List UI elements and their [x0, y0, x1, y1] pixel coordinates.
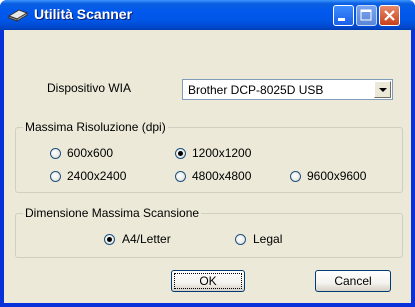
radio-2400x2400-label: 2400x2400 — [67, 169, 127, 183]
ok-button[interactable]: OK — [171, 270, 245, 292]
close-icon — [384, 10, 395, 21]
radio-4800x4800-label: 4800x4800 — [192, 169, 252, 183]
scanner-icon — [7, 9, 29, 22]
maximize-button[interactable] — [356, 5, 377, 26]
dialog-body: Dispositivo WIA Brother DCP-8025D USB Ma… — [4, 30, 411, 303]
window-title: Utilità Scanner — [34, 6, 133, 22]
focus-ring — [174, 273, 242, 289]
radio-a4-letter[interactable] — [104, 234, 115, 245]
cancel-button-label: Cancel — [334, 274, 372, 288]
maximize-icon — [360, 9, 372, 21]
radio-a4-letter-label: A4/Letter — [122, 232, 171, 246]
radio-1200x1200[interactable] — [175, 148, 186, 159]
device-select-value: Brother DCP-8025D USB — [188, 83, 324, 97]
radio-600x600-label: 600x600 — [67, 146, 114, 160]
scan-size-group: Dimensione Massima Scansione A4/Letter L… — [15, 206, 403, 258]
device-select[interactable]: Brother DCP-8025D USB — [182, 79, 393, 100]
radio-legal[interactable] — [235, 234, 246, 245]
cancel-button[interactable]: Cancel — [315, 270, 391, 292]
device-label: Dispositivo WIA — [47, 81, 132, 95]
resolution-group: Massima Risoluzione (dpi) 600x600 1200x1… — [15, 120, 403, 193]
radio-600x600[interactable] — [50, 148, 61, 159]
minimize-button[interactable] — [333, 5, 354, 26]
scan-size-group-title: Dimensione Massima Scansione — [23, 206, 202, 220]
chevron-down-icon[interactable] — [374, 81, 391, 98]
minimize-icon — [338, 18, 345, 21]
scanner-utility-window: Utilità Scanner Dispositivo WIA Brother … — [0, 0, 415, 307]
title-bar[interactable]: Utilità Scanner — [0, 0, 415, 30]
radio-4800x4800[interactable] — [175, 171, 186, 182]
resolution-group-title: Massima Risoluzione (dpi) — [23, 120, 168, 134]
radio-2400x2400[interactable] — [50, 171, 61, 182]
radio-legal-label: Legal — [253, 232, 283, 246]
radio-1200x1200-label: 1200x1200 — [192, 146, 252, 160]
radio-9600x9600[interactable] — [290, 171, 301, 182]
close-button[interactable] — [379, 5, 400, 26]
radio-9600x9600-label: 9600x9600 — [307, 169, 367, 183]
